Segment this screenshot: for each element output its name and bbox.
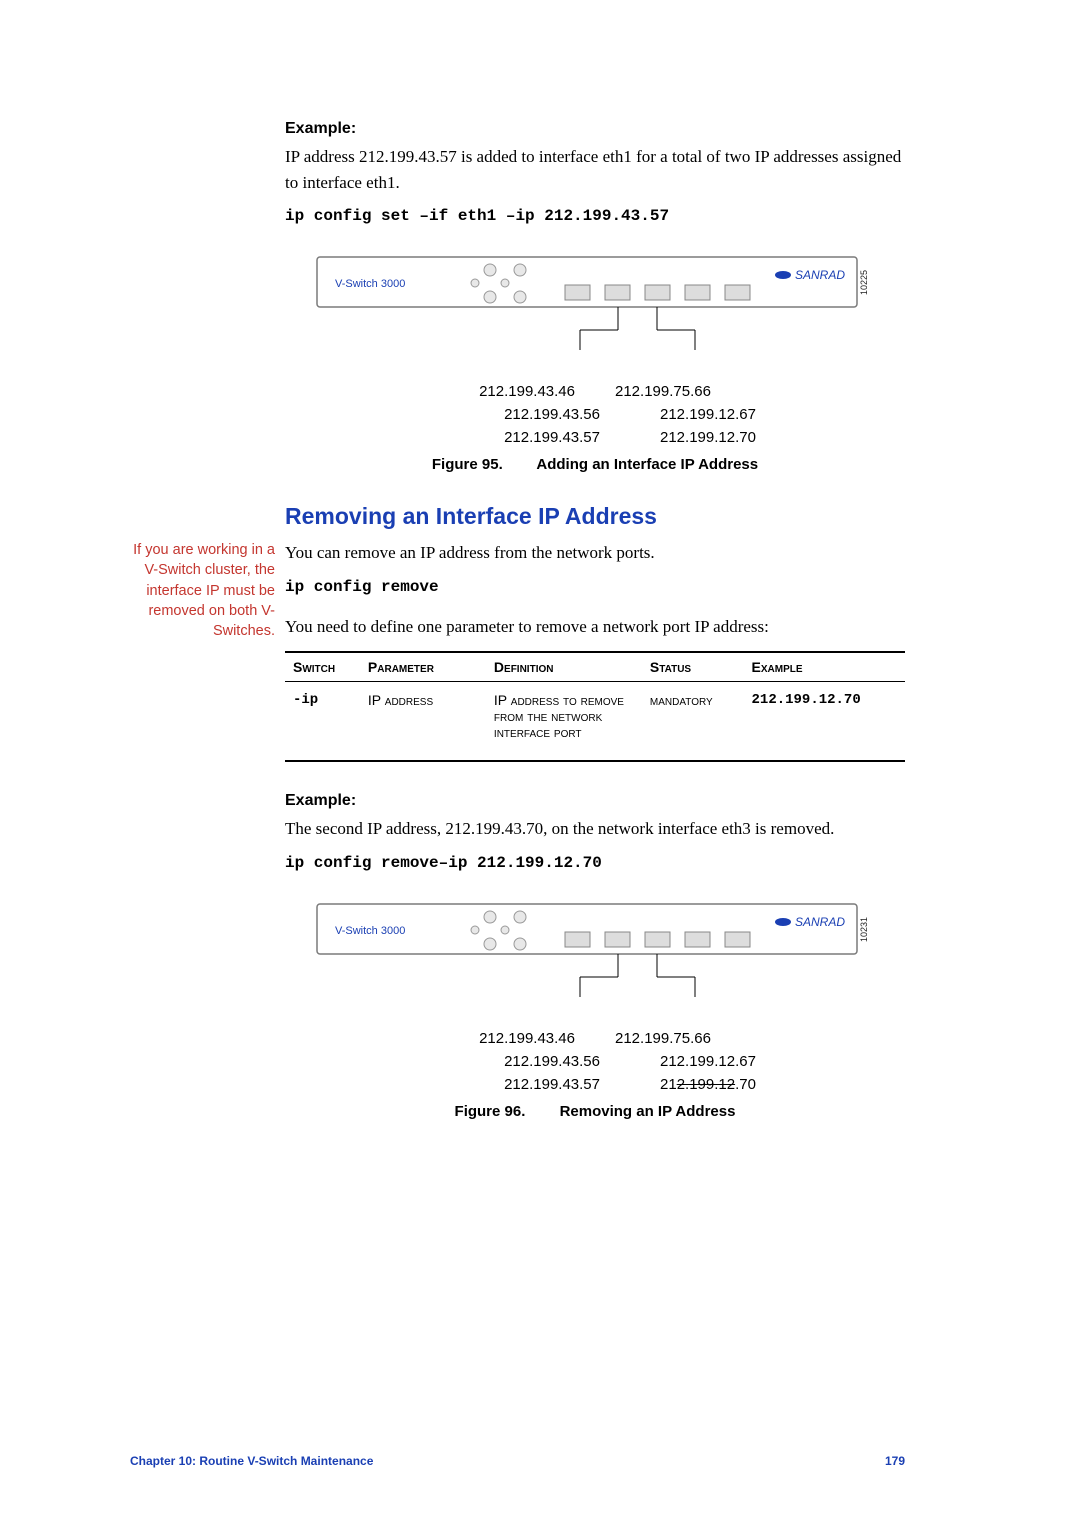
fig96-title: Removing an IP Address	[560, 1103, 736, 1120]
example-2-code: ip config remove–ip 212.199.12.70	[285, 854, 905, 872]
fig96-ip-r1b: 212.199.75.66	[615, 1030, 711, 1047]
example-2-heading: Example:	[285, 792, 905, 810]
figure-95: V-Switch 3000 SANRAD 10225 212.199.43.46…	[285, 255, 905, 473]
svg-text:10231: 10231	[859, 916, 869, 941]
footer-page: 179	[885, 1454, 905, 1468]
fig96-r3b-struck: 2.199.12	[677, 1076, 735, 1093]
td-switch: -ip	[285, 682, 360, 762]
example-1-heading: Example:	[285, 120, 905, 138]
fig96-num: Figure 96.	[455, 1103, 526, 1120]
th-status: Status	[642, 652, 744, 682]
th-example: Example	[744, 652, 905, 682]
section-para1: You can remove an IP address from the ne…	[285, 540, 905, 566]
section-heading: Removing an Interface IP Address	[285, 503, 905, 530]
parameter-table: Switch Parameter Definition Status Examp…	[285, 651, 905, 762]
td-param: IP address	[360, 682, 486, 762]
th-param: Parameter	[360, 652, 486, 682]
table-row: -ip IP address IP address to remove from…	[285, 682, 905, 762]
fig96-ip-r2a: 212.199.43.56	[504, 1053, 600, 1070]
device-diagram-96: V-Switch 3000 SANRAD 10231	[315, 902, 875, 1012]
td-def: IP address to remove from the network in…	[486, 682, 642, 762]
fig95-ip-r2a: 212.199.43.56	[504, 406, 600, 423]
fig95-ip-r3a: 212.199.43.57	[504, 429, 600, 446]
device-diagram-95: V-Switch 3000 SANRAD 10225	[315, 255, 875, 365]
svg-text:SANRAD: SANRAD	[795, 268, 845, 282]
section-para2: You need to define one parameter to remo…	[285, 614, 905, 640]
example-2-text: The second IP address, 212.199.43.70, on…	[285, 816, 905, 842]
fig96-ip-r1a: 212.199.43.46	[479, 1030, 575, 1047]
svg-text:10225: 10225	[859, 270, 869, 295]
fig96-ip-r2b: 212.199.12.67	[660, 1053, 756, 1070]
example-1-text: IP address 212.199.43.57 is added to int…	[285, 144, 905, 195]
device-label-95: V-Switch 3000	[335, 278, 405, 290]
svg-text:V-Switch 3000: V-Switch 3000	[335, 925, 405, 937]
figure-96: V-Switch 3000 SANRAD 10231 212.199.43.46…	[285, 902, 905, 1120]
page-footer: Chapter 10: Routine V-Switch Maintenance…	[130, 1454, 905, 1468]
fig95-ip-r1b: 212.199.75.66	[615, 383, 711, 400]
td-example: 212.199.12.70	[744, 682, 905, 762]
fig96-ip-r3b: 212.199.12.70	[660, 1076, 756, 1093]
sidebar-note: If you are working in a V-Switch cluster…	[125, 540, 275, 641]
fig96-ip-r3a: 212.199.43.57	[504, 1076, 600, 1093]
table-header-row: Switch Parameter Definition Status Examp…	[285, 652, 905, 682]
th-def: Definition	[486, 652, 642, 682]
fig96-r3b-prefix: 21	[660, 1076, 677, 1093]
fig95-ip-r2b: 212.199.12.67	[660, 406, 756, 423]
th-switch: Switch	[285, 652, 360, 682]
fig95-ip-r1a: 212.199.43.46	[479, 383, 575, 400]
fig95-num: Figure 95.	[432, 456, 503, 473]
td-status: mandatory	[642, 682, 744, 762]
fig95-ip-r3b: 212.199.12.70	[660, 429, 756, 446]
section-code1: ip config remove	[285, 578, 905, 596]
fig95-title: Adding an Interface IP Address	[536, 456, 758, 473]
fig96-r3b-suffix: .70	[735, 1076, 756, 1093]
example-1-code: ip config set –if eth1 –ip 212.199.43.57	[285, 207, 905, 225]
svg-text:SANRAD: SANRAD	[795, 915, 845, 929]
footer-chapter: Chapter 10: Routine V-Switch Maintenance	[130, 1454, 373, 1468]
